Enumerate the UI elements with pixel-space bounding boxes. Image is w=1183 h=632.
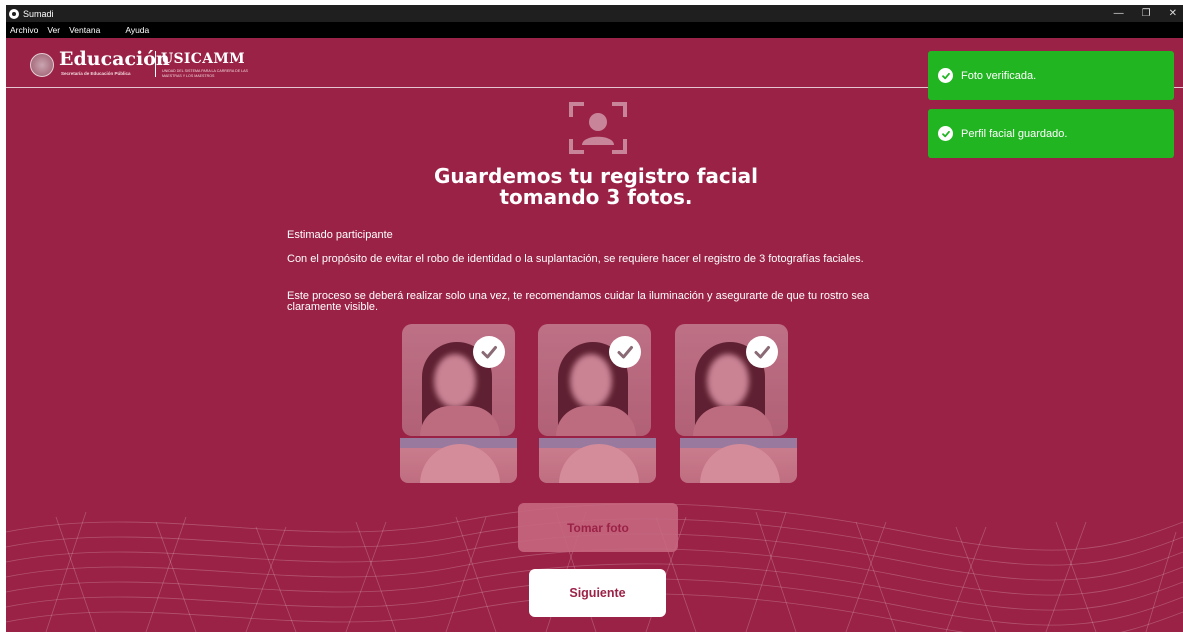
title-bar: Sumadi — ❐ ✕: [6, 5, 1183, 22]
menu-bar: Archivo Ver Ventana Ayuda: [6, 22, 1183, 38]
title-line-1: Guardemos tu registro facial: [434, 164, 758, 188]
photo-thumbnail-2: [538, 324, 651, 436]
close-button[interactable]: ✕: [1169, 8, 1177, 19]
check-icon: [609, 336, 641, 368]
toast-profile-saved: Perfil facial guardado.: [928, 109, 1174, 158]
photo-preview-3: [680, 438, 797, 483]
greeting-text: Estimado participante: [287, 229, 393, 241]
menu-item-ayuda[interactable]: Ayuda: [125, 25, 149, 35]
app-window: Sumadi — ❐ ✕ Archivo Ver Ventana Ayuda E…: [6, 5, 1183, 632]
face-frame-icon: [569, 102, 627, 154]
toast-message: Foto verificada.: [961, 69, 1037, 82]
menu-item-archivo[interactable]: Archivo: [10, 25, 38, 35]
app-icon: [9, 8, 19, 19]
education-logo-text: Educación: [59, 48, 170, 70]
take-photo-button[interactable]: Tomar foto: [518, 503, 678, 552]
menu-item-ver[interactable]: Ver: [47, 25, 60, 35]
education-logo-subtitle: Secretaría de Educación Pública: [61, 71, 131, 76]
check-circle-icon: [938, 68, 953, 83]
restore-button[interactable]: ❐: [1142, 8, 1151, 19]
toast-photo-verified: Foto verificada.: [928, 51, 1174, 100]
window-title: Sumadi: [23, 8, 54, 19]
photo-preview-2: [539, 438, 656, 483]
photo-preview-1: [400, 438, 517, 483]
next-button[interactable]: Siguiente: [529, 569, 666, 617]
menu-item-ventana[interactable]: Ventana: [69, 25, 100, 35]
usicamm-logo-text: USICAMM: [161, 51, 245, 67]
window-controls: — ❐ ✕: [1114, 5, 1177, 22]
check-icon: [473, 336, 505, 368]
check-circle-icon: [938, 126, 953, 141]
usicamm-logo-subtitle: UNIDAD DEL SISTEMA PARA LA CARRERA DE LA…: [162, 69, 248, 78]
instructions-paragraph: Este proceso se deberá realizar solo una…: [287, 290, 870, 313]
toast-message: Perfil facial guardado.: [961, 127, 1068, 140]
photo-thumbnail-3: [675, 324, 788, 436]
government-seal-logo: [30, 53, 54, 77]
check-icon: [746, 336, 778, 368]
page-title: Guardemos tu registro facial tomando 3 f…: [346, 166, 846, 208]
title-line-2: tomando 3 fotos.: [499, 185, 693, 209]
photo-thumbnail-1: [402, 324, 515, 436]
minimize-button[interactable]: —: [1114, 8, 1124, 19]
logo-divider: [155, 51, 156, 77]
purpose-paragraph: Con el propósito de evitar el robo de id…: [287, 253, 864, 265]
